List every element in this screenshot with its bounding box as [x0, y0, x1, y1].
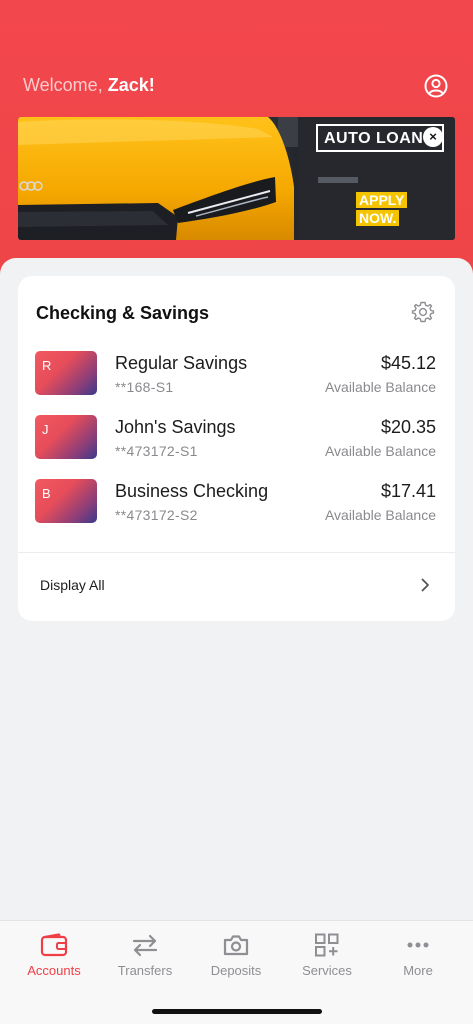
tab-deposits[interactable]: Deposits [191, 933, 281, 989]
user-circle-icon [424, 74, 448, 98]
user-name: Zack! [107, 75, 155, 95]
tab-label: Transfers [117, 963, 173, 978]
tab-label: Accounts [27, 963, 81, 978]
more-dots-icon [407, 942, 429, 948]
checking-savings-card: Checking & Savings R Regular Savings **1… [18, 276, 455, 621]
banner-close-button[interactable]: × [423, 127, 443, 147]
wallet-icon [40, 933, 68, 957]
account-row-regular-savings[interactable]: R Regular Savings **168-S1 $45.12 Availa… [18, 351, 455, 411]
display-all-button[interactable]: Display All [18, 553, 455, 619]
account-name: Regular Savings [115, 353, 248, 373]
welcome-message: Welcome, Zack! [23, 75, 155, 96]
account-name: John's Savings [115, 417, 236, 437]
account-row-johns-savings[interactable]: J John's Savings **473172-S1 $20.35 Avai… [18, 415, 455, 475]
account-avatar: J [35, 415, 97, 459]
account-number: **473172-S1 [115, 443, 198, 459]
account-number: **168-S1 [115, 379, 174, 395]
cta-line-1: APPLY [356, 192, 408, 208]
balance-label: Available Balance [324, 443, 436, 459]
auto-loan-banner[interactable]: AUTO LOAN × APPLY NOW. [18, 117, 455, 240]
account-balance: $45.12 [380, 353, 436, 373]
cta-line-2: NOW. [356, 210, 400, 226]
grid-plus-icon [315, 933, 339, 957]
header: Welcome, Zack! AUTO LOAN × APPLY NOW. [0, 0, 473, 280]
welcome-prefix: Welcome, [23, 75, 108, 95]
tab-services[interactable]: Services [282, 933, 372, 989]
account-number: **473172-S2 [115, 507, 198, 523]
account-name: Business Checking [115, 481, 269, 501]
transfer-arrows-icon [132, 934, 158, 957]
tab-accounts[interactable]: Accounts [9, 933, 99, 989]
account-balance: $17.41 [380, 481, 436, 501]
camera-icon [223, 935, 249, 956]
display-all-label: Display All [40, 577, 105, 593]
chevron-right-icon [421, 578, 429, 592]
balance-label: Available Balance [324, 507, 436, 523]
card-title: Checking & Savings [36, 303, 210, 323]
tab-more[interactable]: More [373, 933, 463, 989]
balance-label: Available Balance [324, 379, 436, 395]
account-balance: $20.35 [380, 417, 436, 437]
tab-transfers[interactable]: Transfers [100, 933, 190, 989]
profile-button[interactable] [423, 73, 449, 99]
home-indicator[interactable] [152, 1009, 322, 1014]
tab-label: Deposits [210, 963, 262, 978]
tab-label: Services [302, 963, 352, 978]
account-row-business-checking[interactable]: B Business Checking **473172-S2 $17.41 A… [18, 479, 455, 539]
apply-now-cta[interactable]: APPLY NOW. [356, 191, 426, 227]
account-avatar: R [35, 351, 97, 395]
settings-button[interactable] [411, 300, 435, 324]
account-avatar: B [35, 479, 97, 523]
tab-label: More [403, 963, 433, 978]
gear-icon [411, 301, 435, 323]
